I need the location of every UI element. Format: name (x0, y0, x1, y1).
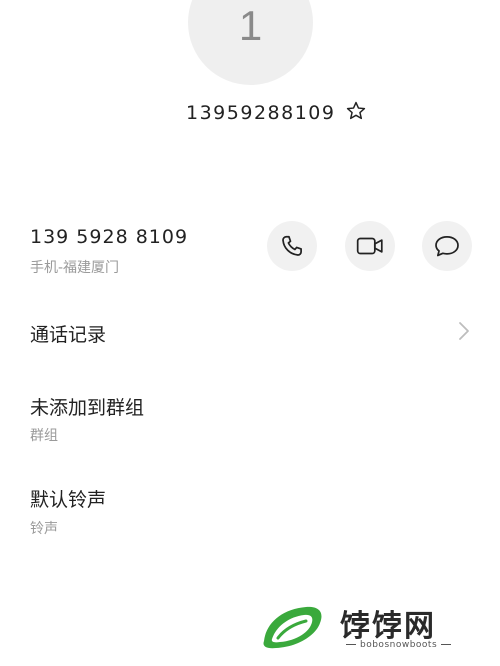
phone-number[interactable]: 139 5928 8109 (30, 226, 188, 248)
watermark-logo-icon (263, 606, 322, 649)
video-call-button[interactable] (345, 221, 395, 271)
ringtone-subtitle: 铃声 (30, 521, 58, 537)
ringtone-title[interactable]: 默认铃声 (30, 485, 106, 512)
contact-avatar[interactable]: 1 (188, 0, 313, 85)
chevron-right-icon[interactable] (457, 320, 471, 342)
message-button[interactable] (422, 221, 472, 271)
message-icon (435, 235, 459, 257)
group-title[interactable]: 未添加到群组 (30, 393, 144, 420)
call-history-label[interactable]: 通话记录 (30, 320, 106, 347)
star-icon[interactable] (345, 100, 367, 122)
watermark: 饽饽网 bobosnowboots (258, 603, 500, 663)
phone-icon (282, 235, 302, 256)
watermark-title: 饽饽网 (340, 609, 436, 644)
video-icon (356, 237, 383, 255)
watermark-url: bobosnowboots (342, 640, 455, 650)
call-button[interactable] (267, 221, 317, 271)
phone-location-label: 手机-福建厦门 (30, 260, 120, 276)
avatar-letter: 1 (238, 2, 263, 49)
contact-name: 13959288109 (186, 102, 336, 124)
group-subtitle: 群组 (30, 428, 58, 444)
